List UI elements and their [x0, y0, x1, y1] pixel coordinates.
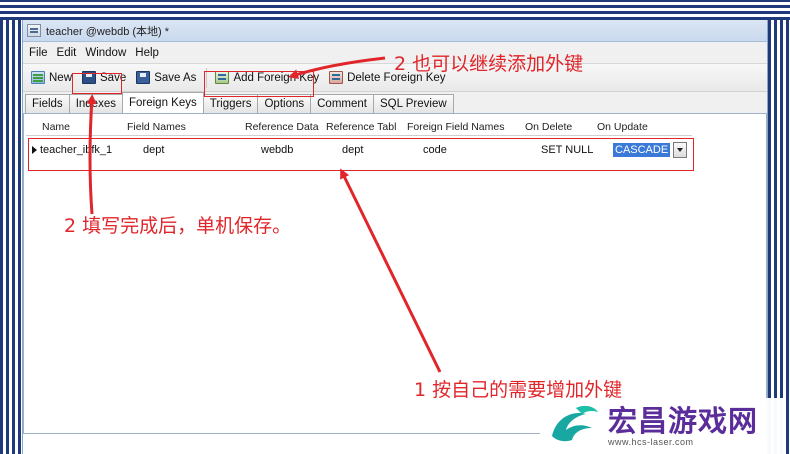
watermark-url: www.hcs-laser.com: [608, 437, 694, 447]
tab-foreign-keys[interactable]: Foreign Keys: [121, 92, 204, 113]
new-label: New: [49, 71, 73, 84]
watermark-brand: 宏昌游戏网: [608, 404, 759, 438]
designer-tabs: Fields Indexes Foreign Keys Triggers Opt…: [23, 92, 767, 114]
save-as-label: Save As: [154, 71, 197, 84]
site-watermark: 宏昌游戏网 www.hcs-laser.com: [540, 398, 786, 454]
menu-edit[interactable]: Edit: [57, 47, 77, 59]
add-foreign-key-button[interactable]: Add Foreign Key: [211, 67, 323, 89]
save-icon: [82, 71, 97, 84]
tab-fields[interactable]: Fields: [25, 94, 70, 113]
tab-comment[interactable]: Comment: [310, 94, 374, 113]
column-reference-table[interactable]: Reference Tabl: [326, 121, 407, 133]
foreign-keys-grid: Name Field Names Reference Data Referenc…: [23, 114, 767, 434]
tab-triggers[interactable]: Triggers: [202, 94, 259, 113]
menu-file[interactable]: File: [29, 47, 48, 59]
column-foreign-field-names[interactable]: Foreign Field Names: [407, 121, 525, 133]
tab-options[interactable]: Options: [257, 94, 312, 113]
title-bar: teacher @webdb (本地) *: [23, 20, 767, 42]
save-label: Save: [100, 71, 127, 84]
column-on-delete[interactable]: On Delete: [525, 121, 597, 133]
save-button[interactable]: Save: [78, 67, 130, 89]
add-foreign-key-icon: [215, 71, 230, 84]
table-row[interactable]: teacher_ibfk_1 dept webdb dept code SET …: [26, 141, 692, 159]
save-as-icon: [136, 71, 151, 84]
menu-window[interactable]: Window: [85, 47, 126, 59]
tab-sql-preview[interactable]: SQL Preview: [372, 94, 454, 113]
grid-header: Name Field Names Reference Data Referenc…: [26, 118, 692, 136]
cell-reference-database[interactable]: webdb: [261, 144, 342, 156]
delete-foreign-key-icon: [329, 71, 344, 84]
annotation-save: 2 填写完成后，单机保存。: [64, 215, 292, 237]
frame-stripes: [0, 0, 790, 20]
cell-field-names[interactable]: dept: [143, 144, 261, 156]
cell-name[interactable]: teacher_ibfk_1: [40, 144, 143, 156]
save-as-button[interactable]: Save As: [132, 67, 200, 89]
window-title: teacher @webdb (本地) *: [46, 25, 170, 38]
add-foreign-key-label: Add Foreign Key: [233, 71, 320, 84]
row-pointer-icon: [32, 146, 37, 154]
toolbar-separator: [206, 67, 208, 88]
on-update-dropdown-button[interactable]: [673, 142, 688, 158]
column-on-update[interactable]: On Update: [597, 121, 677, 133]
annotation-add-foreign-key: 2 也可以继续添加外键: [394, 53, 584, 75]
column-reference-database[interactable]: Reference Data: [245, 121, 326, 133]
tab-indexes[interactable]: Indexes: [68, 94, 123, 113]
new-button[interactable]: New: [27, 67, 76, 89]
new-table-icon: [31, 71, 45, 84]
column-field-names[interactable]: Field Names: [127, 121, 245, 133]
cell-on-update[interactable]: CASCADE: [613, 143, 671, 157]
cell-foreign-field-names[interactable]: code: [423, 144, 541, 156]
cell-on-delete[interactable]: SET NULL: [541, 144, 613, 156]
dragon-logo-icon: [552, 405, 598, 442]
menu-help[interactable]: Help: [135, 47, 159, 59]
table-icon: [27, 24, 41, 37]
column-name[interactable]: Name: [26, 121, 127, 133]
cell-reference-table[interactable]: dept: [342, 144, 423, 156]
